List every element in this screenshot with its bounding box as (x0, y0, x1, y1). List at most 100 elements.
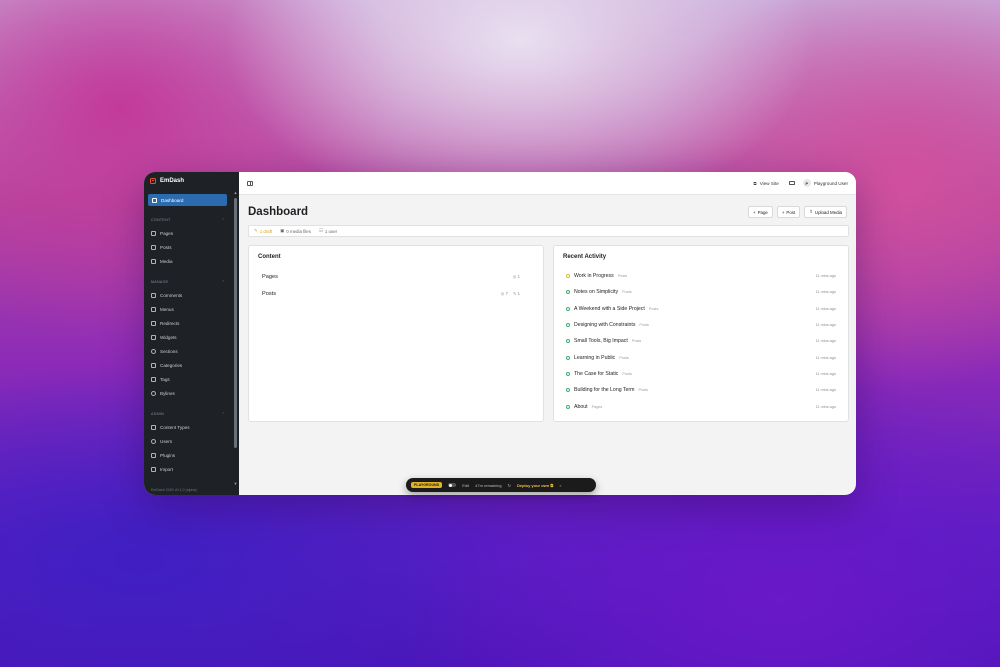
button-label: Post (786, 209, 796, 215)
sidebar-item-dashboard[interactable]: Dashboard (148, 194, 227, 206)
sidebar-item-content-types[interactable]: Content Types (144, 420, 239, 434)
count-value: 7 (505, 291, 508, 296)
published-count: ◎ 1 (513, 274, 520, 279)
activity-time: 11 mins ago (815, 323, 836, 328)
activity-type: Posts (622, 371, 632, 376)
content-row-posts[interactable]: Posts ◎ 7 ✎ 1 (258, 285, 534, 302)
activity-title: Designing with Constraints (574, 322, 636, 329)
topbar: ⧉ View Site P Playground User (239, 172, 856, 195)
card-title: Content (258, 254, 281, 260)
plus-icon: + (781, 209, 785, 215)
close-icon[interactable]: × (559, 483, 561, 488)
activity-time: 11 mins ago (815, 355, 836, 360)
activity-row[interactable]: Building for the Long Term Posts 11 mins a… (563, 382, 839, 398)
drafts-stat[interactable]: ✎ 1 draft (254, 228, 272, 234)
activity-title: Learning in Public (574, 354, 616, 361)
activity-time: 11 mins ago (815, 290, 836, 295)
scrollbar-thumb[interactable] (234, 198, 237, 448)
sidebar: EmDash Dashboard CONTENT ⌃ Pages Posts M… (144, 172, 239, 495)
activity-type: Pages (591, 404, 603, 409)
media-stat[interactable]: ▣ 0 media files (280, 228, 311, 234)
section-label-content[interactable]: CONTENT ⌃ (151, 218, 239, 222)
sidebar-scrollbar[interactable]: ▲ ▼ (233, 190, 238, 486)
sidebar-item-label: Categories (160, 362, 183, 368)
activity-row[interactable]: Notes on Simplicity Posts 11 mins ago (563, 284, 839, 300)
activity-row[interactable]: A Weekend with a Side Project Posts 11 min… (563, 301, 839, 317)
status-icon (566, 371, 570, 376)
activity-row[interactable]: The Case for Static Posts 11 mins ago (563, 366, 839, 382)
activity-title: Small Tools, Big Impact (574, 338, 628, 345)
sidebar-item-import[interactable]: Import (144, 462, 239, 476)
playground-bar: PLAYGROUND Edit 47m remaining ↻ Deploy y… (406, 478, 596, 492)
monitor-icon[interactable] (788, 181, 795, 185)
check-circle-icon: ◎ (512, 274, 517, 279)
activity-time: 11 mins ago (815, 388, 836, 393)
new-post-button[interactable]: + Post (776, 206, 801, 218)
activity-type: Posts (619, 355, 629, 360)
content-row-pages[interactable]: Pages ◎ 1 (258, 268, 534, 285)
section-label-admin[interactable]: ADMIN ⌃ (151, 412, 239, 416)
activity-row[interactable]: About Pages 11 mins ago (563, 398, 839, 414)
card-title: Recent Activity (563, 254, 607, 260)
scroll-up-arrow-icon[interactable]: ▲ (233, 190, 238, 195)
draft-count: ✎ 1 (513, 291, 520, 296)
comment-icon (151, 292, 156, 298)
sidebar-item-sections[interactable]: Sections (144, 344, 239, 358)
sidebar-item-pages[interactable]: Pages (144, 226, 239, 240)
section-title: ADMIN (151, 412, 165, 416)
sidebar-item-redirects[interactable]: Redirects (144, 316, 239, 330)
activity-row[interactable]: Designing with Constraints Posts 11 mins a… (563, 317, 839, 333)
sidebar-item-categories[interactable]: Categories (144, 358, 239, 372)
sidebar-item-bylines[interactable]: Bylines (144, 386, 239, 400)
sidebar-item-users[interactable]: Users (144, 434, 239, 448)
sidebar-item-label: Dashboard (161, 197, 184, 203)
stat-label: 0 media files (286, 228, 311, 234)
activity-time: 11 mins ago (815, 371, 836, 376)
content-name: Posts (262, 290, 276, 297)
upload-media-button[interactable]: ⇪ Upload Media (804, 206, 847, 218)
status-icon (566, 323, 570, 328)
content-meta: ◎ 1 (513, 274, 534, 279)
brand[interactable]: EmDash (144, 172, 239, 190)
activity-type: Posts (638, 388, 648, 393)
new-page-button[interactable]: + Page (748, 206, 773, 218)
activity-row[interactable]: Learning in Public Posts 11 mins ago (563, 349, 839, 365)
activity-title: Notes on Simplicity (574, 289, 619, 296)
activity-row[interactable]: Small Tools, Big Impact Posts 11 mins ago (563, 333, 839, 349)
sidebar-item-label: Users (160, 438, 172, 444)
section-label-manage[interactable]: MANAGE ⌃ (151, 280, 239, 284)
view-site-link[interactable]: ⧉ View Site (753, 181, 778, 186)
sidebar-item-label: Posts (160, 244, 172, 250)
user-menu[interactable]: P Playground User (802, 179, 848, 187)
users-stat[interactable]: ☷ 1 user (319, 228, 337, 234)
sidebar-item-plugins[interactable]: Plugins (144, 448, 239, 462)
playground-badge: PLAYGROUND (411, 482, 443, 488)
upload-icon (151, 466, 156, 472)
sidebar-item-media[interactable]: Media (144, 254, 239, 268)
sidebar-item-label: Widgets (160, 334, 177, 340)
sidebar-toggle-icon[interactable] (247, 180, 253, 186)
sidebar-item-posts[interactable]: Posts (144, 240, 239, 254)
pencil-icon: ✎ (512, 291, 517, 296)
users-icon (151, 438, 156, 444)
activity-title: Building for the Long Term (574, 387, 635, 394)
plug-icon (151, 452, 156, 458)
stats-bar: ✎ 1 draft ▣ 0 media files ☷ 1 user (248, 225, 849, 237)
sidebar-item-comments[interactable]: Comments (144, 288, 239, 302)
deploy-link[interactable]: Deploy your own ⧉ (517, 483, 553, 488)
activity-list: Work in Progress Posts 11 mins ago Notes on… (563, 268, 839, 415)
widget-icon (151, 334, 156, 340)
dashboard-cards: Content Pages ◎ 1 Posts ◎ 7 ✎ 1 Recent A… (239, 245, 856, 422)
activity-type: Posts (648, 306, 659, 311)
sidebar-item-widgets[interactable]: Widgets (144, 330, 239, 344)
scroll-down-arrow-icon[interactable]: ▼ (233, 481, 238, 486)
status-icon (566, 339, 570, 344)
activity-row[interactable]: Work in Progress Posts 11 mins ago (563, 268, 839, 284)
refresh-icon[interactable]: ↻ (508, 483, 511, 488)
edit-toggle[interactable] (448, 483, 457, 487)
recent-activity-card: Recent Activity Work in Progress Posts 11 … (553, 245, 849, 422)
status-icon (566, 290, 570, 295)
sidebar-item-tags[interactable]: Tags (144, 372, 239, 386)
activity-title: About (574, 403, 588, 410)
sidebar-item-menus[interactable]: Menus (144, 302, 239, 316)
